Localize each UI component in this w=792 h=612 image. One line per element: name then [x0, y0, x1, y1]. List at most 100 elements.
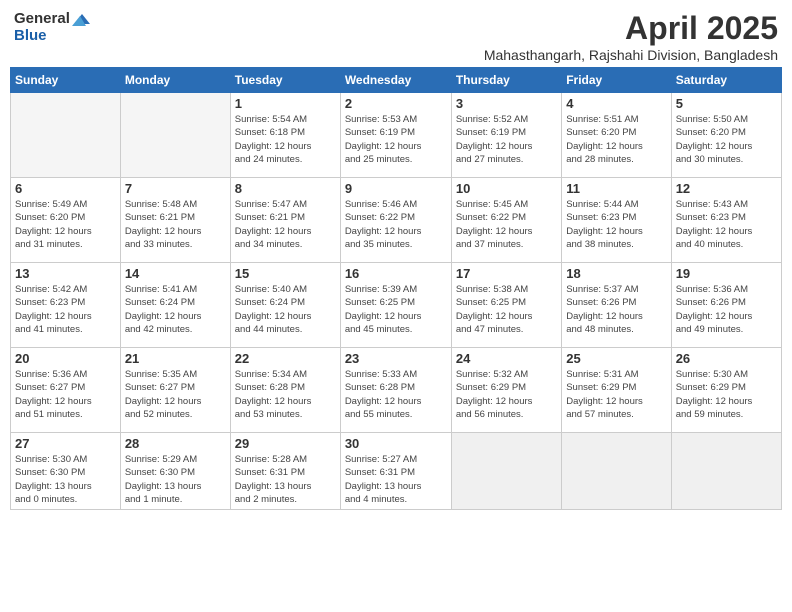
- day-info: Sunrise: 5:48 AM Sunset: 6:21 PM Dayligh…: [125, 198, 226, 251]
- day-info: Sunrise: 5:47 AM Sunset: 6:21 PM Dayligh…: [235, 198, 336, 251]
- day-info: Sunrise: 5:30 AM Sunset: 6:29 PM Dayligh…: [676, 368, 777, 421]
- day-number: 3: [456, 96, 557, 111]
- day-number: 19: [676, 266, 777, 281]
- day-header-friday: Friday: [562, 68, 671, 93]
- logo-general: General: [14, 10, 70, 27]
- calendar-cell: 2 Sunrise: 5:53 AM Sunset: 6:19 PM Daylig…: [340, 93, 451, 178]
- calendar-cell: 27Sunrise: 5:30 AM Sunset: 6:30 PM Dayli…: [11, 433, 121, 510]
- logo-blue: Blue: [14, 27, 47, 44]
- day-number: 17: [456, 266, 557, 281]
- day-info: Sunrise: 5:44 AM Sunset: 6:23 PM Dayligh…: [566, 198, 666, 251]
- day-number: 13: [15, 266, 116, 281]
- calendar-cell: 14 Sunrise: 5:41 AM Sunset: 6:24 PM Dayli…: [120, 263, 230, 348]
- day-number: 9: [345, 181, 447, 196]
- calendar-cell: 4Sunrise: 5:51 AM Sunset: 6:20 PM Daylig…: [562, 93, 671, 178]
- calendar-cell: 19 Sunrise: 5:36 AM Sunset: 6:26 PM Dayli…: [671, 263, 781, 348]
- day-info: Sunrise: 5:32 AM Sunset: 6:29 PM Dayligh…: [456, 368, 557, 421]
- day-number: 30: [345, 436, 447, 451]
- day-info: Sunrise: 5:46 AM Sunset: 6:22 PM Dayligh…: [345, 198, 447, 251]
- calendar-cell: 21 Sunrise: 5:35 AM Sunset: 6:27 PM Dayli…: [120, 348, 230, 433]
- calendar-cell: [451, 433, 561, 510]
- day-info: Sunrise: 5:33 AM Sunset: 6:28 PM Dayligh…: [345, 368, 447, 421]
- day-number: 22: [235, 351, 336, 366]
- calendar-cell: [120, 93, 230, 178]
- day-number: 21: [125, 351, 226, 366]
- day-number: 28: [125, 436, 226, 451]
- day-header-tuesday: Tuesday: [230, 68, 340, 93]
- day-info: Sunrise: 5:36 AM Sunset: 6:27 PM Dayligh…: [15, 368, 116, 421]
- day-info: Sunrise: 5:54 AM Sunset: 6:18 PM Dayligh…: [235, 113, 336, 166]
- day-number: 12: [676, 181, 777, 196]
- day-number: 14: [125, 266, 226, 281]
- calendar-cell: 26 Sunrise: 5:30 AM Sunset: 6:29 PM Dayli…: [671, 348, 781, 433]
- calendar-cell: 23 Sunrise: 5:33 AM Sunset: 6:28 PM Dayli…: [340, 348, 451, 433]
- calendar-cell: 25 Sunrise: 5:31 AM Sunset: 6:29 PM Dayli…: [562, 348, 671, 433]
- calendar-cell: 15 Sunrise: 5:40 AM Sunset: 6:24 PM Dayli…: [230, 263, 340, 348]
- day-info: Sunrise: 5:49 AM Sunset: 6:20 PM Dayligh…: [15, 198, 116, 251]
- day-number: 2: [345, 96, 447, 111]
- day-info: Sunrise: 5:40 AM Sunset: 6:24 PM Dayligh…: [235, 283, 336, 336]
- day-info: Sunrise: 5:50 AM Sunset: 6:20 PM Dayligh…: [676, 113, 777, 166]
- calendar-cell: 6 Sunrise: 5:49 AM Sunset: 6:20 PM Daylig…: [11, 178, 121, 263]
- day-info: Sunrise: 5:38 AM Sunset: 6:25 PM Dayligh…: [456, 283, 557, 336]
- day-info: Sunrise: 5:45 AM Sunset: 6:22 PM Dayligh…: [456, 198, 557, 251]
- day-number: 25: [566, 351, 666, 366]
- day-info: Sunrise: 5:43 AM Sunset: 6:23 PM Dayligh…: [676, 198, 777, 251]
- day-number: 24: [456, 351, 557, 366]
- day-info: Sunrise: 5:29 AM Sunset: 6:30 PM Dayligh…: [125, 453, 226, 506]
- day-header-wednesday: Wednesday: [340, 68, 451, 93]
- calendar-cell: 30 Sunrise: 5:27 AM Sunset: 6:31 PM Dayli…: [340, 433, 451, 510]
- calendar-week-row: 1Sunrise: 5:54 AM Sunset: 6:18 PM Daylig…: [11, 93, 782, 178]
- calendar-cell: 29 Sunrise: 5:28 AM Sunset: 6:31 PM Dayli…: [230, 433, 340, 510]
- day-info: Sunrise: 5:36 AM Sunset: 6:26 PM Dayligh…: [676, 283, 777, 336]
- day-header-sunday: Sunday: [11, 68, 121, 93]
- day-header-thursday: Thursday: [451, 68, 561, 93]
- calendar-cell: 16Sunrise: 5:39 AM Sunset: 6:25 PM Dayli…: [340, 263, 451, 348]
- day-number: 29: [235, 436, 336, 451]
- calendar-cell: 1Sunrise: 5:54 AM Sunset: 6:18 PM Daylig…: [230, 93, 340, 178]
- day-info: Sunrise: 5:34 AM Sunset: 6:28 PM Dayligh…: [235, 368, 336, 421]
- day-info: Sunrise: 5:28 AM Sunset: 6:31 PM Dayligh…: [235, 453, 336, 506]
- day-number: 5: [676, 96, 777, 111]
- logo: General Blue: [14, 10, 90, 44]
- calendar-cell: 24 Sunrise: 5:32 AM Sunset: 6:29 PM Dayli…: [451, 348, 561, 433]
- calendar-header-row: SundayMondayTuesdayWednesdayThursdayFrid…: [11, 68, 782, 93]
- day-header-monday: Monday: [120, 68, 230, 93]
- month-title: April 2025: [484, 10, 778, 47]
- day-number: 23: [345, 351, 447, 366]
- calendar-cell: 7Sunrise: 5:48 AM Sunset: 6:21 PM Daylig…: [120, 178, 230, 263]
- day-info: Sunrise: 5:27 AM Sunset: 6:31 PM Dayligh…: [345, 453, 447, 506]
- calendar-cell: 9 Sunrise: 5:46 AM Sunset: 6:22 PM Daylig…: [340, 178, 451, 263]
- day-number: 18: [566, 266, 666, 281]
- day-number: 6: [15, 181, 116, 196]
- calendar-cell: [671, 433, 781, 510]
- day-info: Sunrise: 5:37 AM Sunset: 6:26 PM Dayligh…: [566, 283, 666, 336]
- calendar-cell: 17 Sunrise: 5:38 AM Sunset: 6:25 PM Dayli…: [451, 263, 561, 348]
- calendar-cell: 3 Sunrise: 5:52 AM Sunset: 6:19 PM Daylig…: [451, 93, 561, 178]
- day-number: 27: [15, 436, 116, 451]
- day-number: 16: [345, 266, 447, 281]
- day-info: Sunrise: 5:42 AM Sunset: 6:23 PM Dayligh…: [15, 283, 116, 336]
- calendar-cell: 5 Sunrise: 5:50 AM Sunset: 6:20 PM Daylig…: [671, 93, 781, 178]
- day-info: Sunrise: 5:41 AM Sunset: 6:24 PM Dayligh…: [125, 283, 226, 336]
- day-header-saturday: Saturday: [671, 68, 781, 93]
- calendar-cell: 18 Sunrise: 5:37 AM Sunset: 6:26 PM Dayli…: [562, 263, 671, 348]
- title-area: April 2025 Mahasthangarh, Rajshahi Divis…: [484, 10, 778, 63]
- day-number: 10: [456, 181, 557, 196]
- day-info: Sunrise: 5:31 AM Sunset: 6:29 PM Dayligh…: [566, 368, 666, 421]
- calendar-cell: 8Sunrise: 5:47 AM Sunset: 6:21 PM Daylig…: [230, 178, 340, 263]
- calendar-week-row: 20Sunrise: 5:36 AM Sunset: 6:27 PM Dayli…: [11, 348, 782, 433]
- day-number: 26: [676, 351, 777, 366]
- day-number: 4: [566, 96, 666, 111]
- calendar-cell: 13 Sunrise: 5:42 AM Sunset: 6:23 PM Dayli…: [11, 263, 121, 348]
- day-info: Sunrise: 5:52 AM Sunset: 6:19 PM Dayligh…: [456, 113, 557, 166]
- calendar-cell: 12 Sunrise: 5:43 AM Sunset: 6:23 PM Dayli…: [671, 178, 781, 263]
- day-info: Sunrise: 5:53 AM Sunset: 6:19 PM Dayligh…: [345, 113, 447, 166]
- day-info: Sunrise: 5:35 AM Sunset: 6:27 PM Dayligh…: [125, 368, 226, 421]
- calendar-cell: [11, 93, 121, 178]
- calendar-week-row: 13 Sunrise: 5:42 AM Sunset: 6:23 PM Dayli…: [11, 263, 782, 348]
- calendar-cell: 20Sunrise: 5:36 AM Sunset: 6:27 PM Dayli…: [11, 348, 121, 433]
- calendar-cell: 28 Sunrise: 5:29 AM Sunset: 6:30 PM Dayli…: [120, 433, 230, 510]
- day-number: 15: [235, 266, 336, 281]
- calendar-cell: 11Sunrise: 5:44 AM Sunset: 6:23 PM Dayli…: [562, 178, 671, 263]
